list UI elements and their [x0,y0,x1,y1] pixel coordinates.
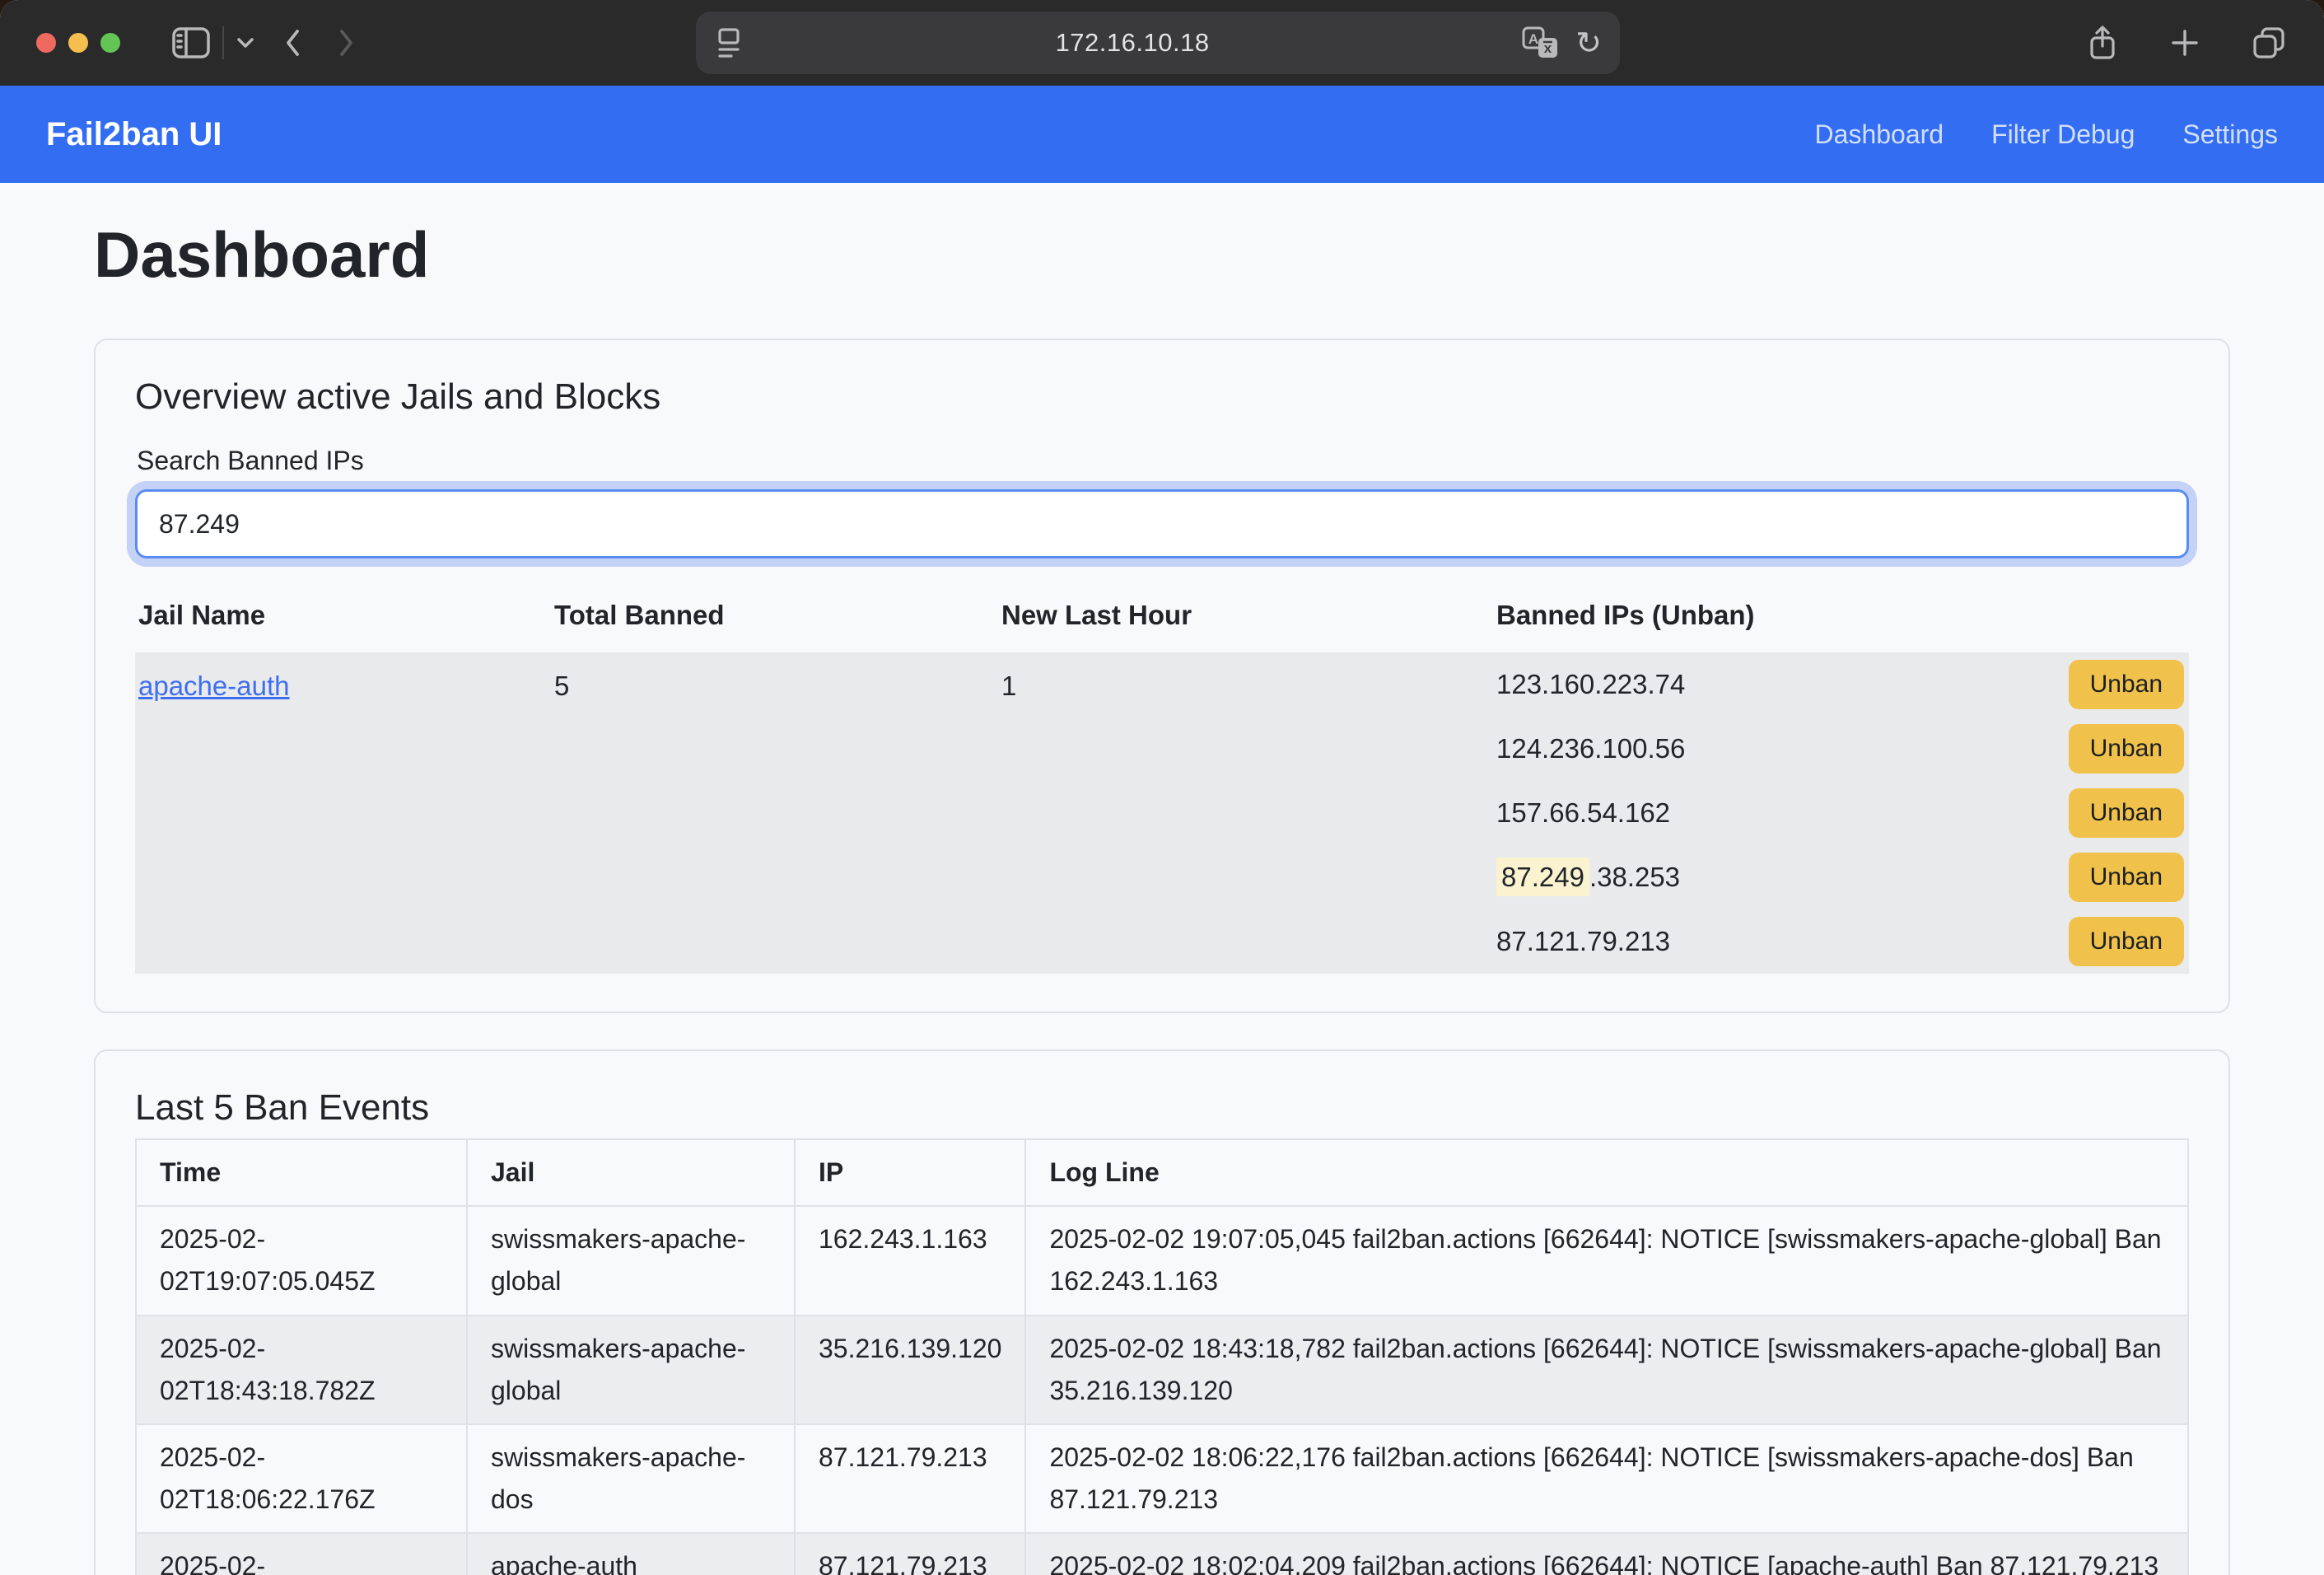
app-navbar: Fail2ban UI Dashboard Filter Debug Setti… [0,86,2324,183]
column-header-jail: Jail [467,1139,795,1206]
ban-events-table: Time Jail IP Log Line 2025-02-02T19:07:0… [135,1138,2189,1575]
search-banned-ips-input[interactable] [135,489,2189,558]
traffic-lights [36,33,120,53]
event-time: 2025-02-02T18:06:22.176Z [136,1424,467,1533]
banned-ip: 157.66.54.162 [1493,797,1670,829]
event-jail: swissmakers-apache-global [467,1316,795,1424]
nav-link-filter-debug[interactable]: Filter Debug [1991,119,2135,150]
url-text[interactable]: 172.16.10.18 [744,28,1521,58]
brand-link[interactable]: Fail2ban UI [46,116,222,153]
column-header-total-banned: Total Banned [551,578,998,652]
banned-ip: 87.121.79.213 [1493,926,1670,957]
chevron-right-icon [338,29,356,57]
search-match-highlight: 87.249 [1496,858,1589,896]
event-time: 2025-02-02T18:43:18.782Z [136,1316,467,1424]
sidebar-menu-chevron-button[interactable] [236,37,255,49]
column-header-banned-ips: Banned IPs (Unban) [1493,578,2189,652]
event-ip: 35.216.139.120 [795,1316,1025,1424]
reload-button[interactable]: ↻ [1575,27,1602,58]
new-tab-button[interactable] [2169,27,2200,58]
banned-ip-row: 87.121.79.213 Unban [1493,909,2184,974]
address-bar[interactable]: 172.16.10.18 A x ↻ [696,12,1620,74]
translate-icon: A x [1521,26,1559,60]
unban-button[interactable]: Unban [2069,724,2184,773]
event-jail: swissmakers-apache-dos [467,1424,795,1533]
minimize-window-button[interactable] [68,33,88,53]
reload-icon: ↻ [1575,27,1602,58]
translate-button[interactable]: A x [1521,26,1559,60]
jail-link[interactable]: apache-auth [138,671,289,701]
event-row: 2025-02-02T18:43:18.782Z swissmakers-apa… [136,1316,2188,1424]
event-ip: 87.121.79.213 [795,1424,1025,1533]
close-window-button[interactable] [36,33,56,53]
svg-text:A: A [1528,31,1538,47]
total-banned-cell: 5 [551,652,998,974]
event-log-line: 2025-02-02 18:06:22,176 fail2ban.actions… [1025,1424,2188,1533]
events-header-row: Time Jail IP Log Line [136,1139,2188,1206]
banned-ip-row: 124.236.100.56 Unban [1493,717,2184,781]
plus-icon [2169,27,2200,58]
nav-link-settings[interactable]: Settings [2182,119,2278,150]
event-ip: 87.121.79.213 [795,1533,1025,1575]
event-ip: 162.243.1.163 [795,1206,1025,1315]
unban-button[interactable]: Unban [2069,853,2184,902]
column-header-ip: IP [795,1139,1025,1206]
column-header-new-last-hour: New Last Hour [998,578,1493,652]
jail-name-cell: apache-auth [135,652,551,974]
nav-links: Dashboard Filter Debug Settings [1815,119,2278,150]
search-banned-ips-label: Search Banned IPs [137,446,2189,476]
column-header-jail-name: Jail Name [135,578,551,652]
sidebar-icon [171,26,211,59]
page-content: Dashboard Overview active Jails and Bloc… [0,183,2324,1575]
forward-button[interactable] [338,29,356,57]
tabs-icon [2252,26,2286,60]
overview-card: Overview active Jails and Blocks Search … [94,339,2230,1013]
event-log-line: 2025-02-02 18:43:18,782 fail2ban.actions… [1025,1316,2188,1424]
new-last-hour-cell: 1 [998,652,1493,974]
event-log-line: 2025-02-02 19:07:05,045 fail2ban.actions… [1025,1206,2188,1315]
share-button[interactable] [2087,24,2118,62]
event-row: 2025-02-02T18:02:04.209Z apache-auth 87.… [136,1533,2188,1575]
column-header-log-line: Log Line [1025,1139,2188,1206]
share-icon [2087,24,2118,62]
back-button[interactable] [283,29,301,57]
ban-events-card-title: Last 5 Ban Events [135,1087,2189,1129]
nav-link-dashboard[interactable]: Dashboard [1815,119,1944,150]
unban-button[interactable]: Unban [2069,917,2184,966]
tab-overview-button[interactable] [2252,26,2286,60]
chevron-left-icon [283,29,301,57]
banned-ip-row: 87.249.38.253 Unban [1493,845,2184,909]
event-jail: swissmakers-apache-global [467,1206,795,1315]
banned-ip-row: 123.160.223.74 Unban [1493,652,2184,717]
jail-row: apache-auth 5 1 123.160.223.74 Unban 124… [135,652,2189,974]
banned-ip-row: 157.66.54.162 Unban [1493,781,2184,845]
overview-card-title: Overview active Jails and Blocks [135,376,2189,418]
page-format-button[interactable] [714,26,744,60]
safari-window: 172.16.10.18 A x ↻ [0,0,2324,1575]
jails-table-header: Jail Name Total Banned New Last Hour Ban… [135,578,2189,652]
banned-ip: 123.160.223.74 [1493,669,1685,700]
page-title: Dashboard [94,217,2230,292]
banned-ip: 124.236.100.56 [1493,733,1685,764]
event-time: 2025-02-02T19:07:05.045Z [136,1206,467,1315]
zoom-window-button[interactable] [100,33,120,53]
reader-format-icon [714,26,744,60]
event-jail: apache-auth [467,1533,795,1575]
event-time: 2025-02-02T18:02:04.209Z [136,1533,467,1575]
unban-button[interactable]: Unban [2069,788,2184,838]
event-row: 2025-02-02T18:06:22.176Z swissmakers-apa… [136,1424,2188,1533]
toolbar-divider [222,26,224,59]
column-header-time: Time [136,1139,467,1206]
chevron-down-icon [236,37,255,49]
ban-events-card: Last 5 Ban Events Time Jail IP Log Line … [94,1049,2230,1575]
event-log-line: 2025-02-02 18:02:04,209 fail2ban.actions… [1025,1533,2188,1575]
sidebar-toggle-button[interactable] [171,26,211,59]
event-row: 2025-02-02T19:07:05.045Z swissmakers-apa… [136,1206,2188,1315]
unban-button[interactable]: Unban [2069,660,2184,709]
banned-ip-rest: .38.253 [1589,862,1680,892]
browser-toolbar: 172.16.10.18 A x ↻ [0,0,2324,86]
banned-ip: 87.249.38.253 [1493,862,1680,893]
banned-ips-list: 123.160.223.74 Unban 124.236.100.56 Unba… [1493,652,2189,974]
